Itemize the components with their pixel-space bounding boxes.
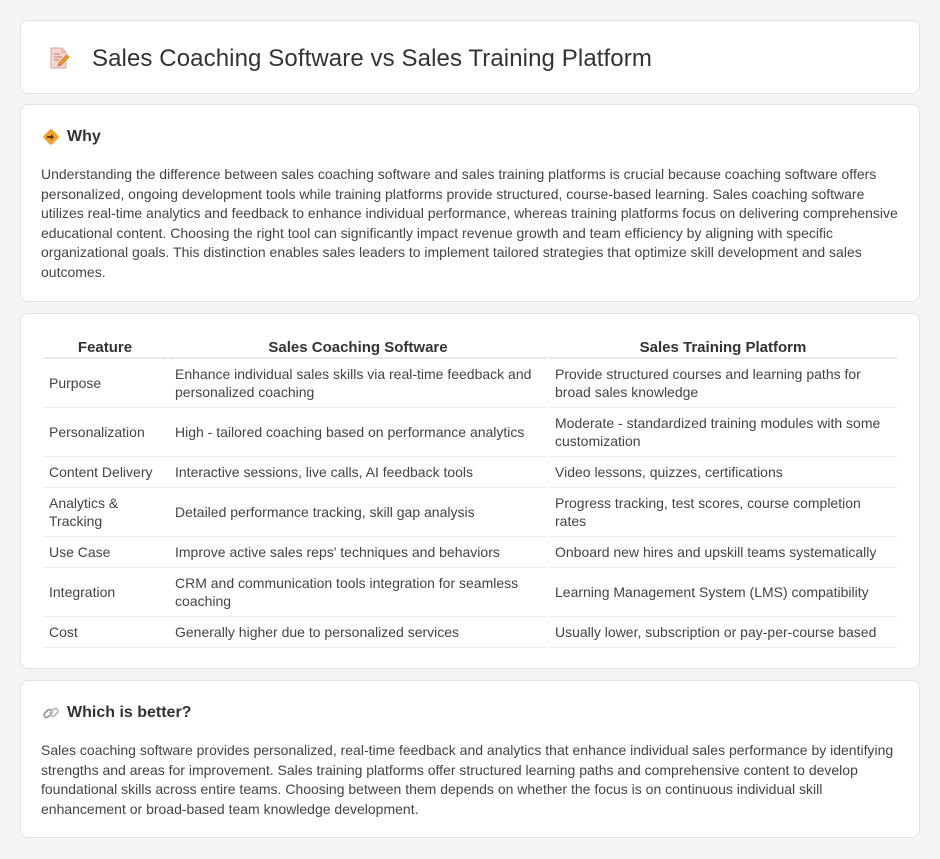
training-cell: Progress tracking, test scores, course c… — [549, 488, 897, 537]
link-icon — [41, 703, 61, 723]
table-row: Analytics & Tracking Detailed performanc… — [43, 488, 897, 537]
feature-cell: Personalization — [43, 408, 167, 457]
training-cell: Onboard new hires and upskill teams syst… — [549, 537, 897, 568]
comparison-table-card: Feature Sales Coaching Software Sales Tr… — [20, 313, 920, 669]
coaching-cell: Interactive sessions, live calls, AI fee… — [169, 457, 547, 488]
table-row: Cost Generally higher due to personalize… — [43, 617, 897, 648]
diamond-signpost-icon — [41, 127, 61, 147]
feature-cell: Content Delivery — [43, 457, 167, 488]
column-header-coaching: Sales Coaching Software — [169, 335, 547, 359]
why-heading: Why — [67, 128, 101, 145]
training-cell: Moderate - standardized training modules… — [549, 408, 897, 457]
training-cell: Usually lower, subscription or pay-per-c… — [549, 617, 897, 648]
better-paragraph: Sales coaching software provides persona… — [41, 742, 894, 817]
table-row: Use Case Improve active sales reps' tech… — [43, 537, 897, 568]
coaching-cell: Generally higher due to personalized ser… — [169, 617, 547, 648]
training-cell: Learning Management System (LMS) compati… — [549, 568, 897, 617]
feature-cell: Integration — [43, 568, 167, 617]
better-heading-row: Which is better? — [41, 703, 191, 723]
table-row: Integration CRM and communication tools … — [43, 568, 897, 617]
table-row: Personalization High - tailored coaching… — [43, 408, 897, 457]
coaching-cell: High - tailored coaching based on perfor… — [169, 408, 547, 457]
coaching-cell: Enhance individual sales skills via real… — [169, 359, 547, 408]
table-header-row: Feature Sales Coaching Software Sales Tr… — [43, 335, 897, 359]
table-row: Content Delivery Interactive sessions, l… — [43, 457, 897, 488]
training-cell: Provide structured courses and learning … — [549, 359, 897, 408]
feature-cell: Purpose — [43, 359, 167, 408]
which-is-better-section: Which is better? Sales coaching software… — [20, 680, 920, 838]
why-paragraph: Understanding the difference between sal… — [41, 166, 898, 280]
column-header-feature: Feature — [43, 335, 167, 359]
comparison-table: Feature Sales Coaching Software Sales Tr… — [41, 335, 899, 648]
column-header-training: Sales Training Platform — [549, 335, 897, 359]
feature-cell: Cost — [43, 617, 167, 648]
header-card: Sales Coaching Software vs Sales Trainin… — [20, 20, 920, 94]
coaching-cell: CRM and communication tools integration … — [169, 568, 547, 617]
training-cell: Video lessons, quizzes, certifications — [549, 457, 897, 488]
document-pencil-icon — [47, 46, 71, 70]
coaching-cell: Improve active sales reps' techniques an… — [169, 537, 547, 568]
page-title: Sales Coaching Software vs Sales Trainin… — [92, 45, 652, 72]
feature-cell: Use Case — [43, 537, 167, 568]
coaching-cell: Detailed performance tracking, skill gap… — [169, 488, 547, 537]
why-section: Why Understanding the difference between… — [20, 104, 920, 302]
table-row: Purpose Enhance individual sales skills … — [43, 359, 897, 408]
better-heading: Which is better? — [67, 704, 192, 721]
why-heading-row: Why — [41, 127, 101, 147]
feature-cell: Analytics & Tracking — [43, 488, 167, 537]
